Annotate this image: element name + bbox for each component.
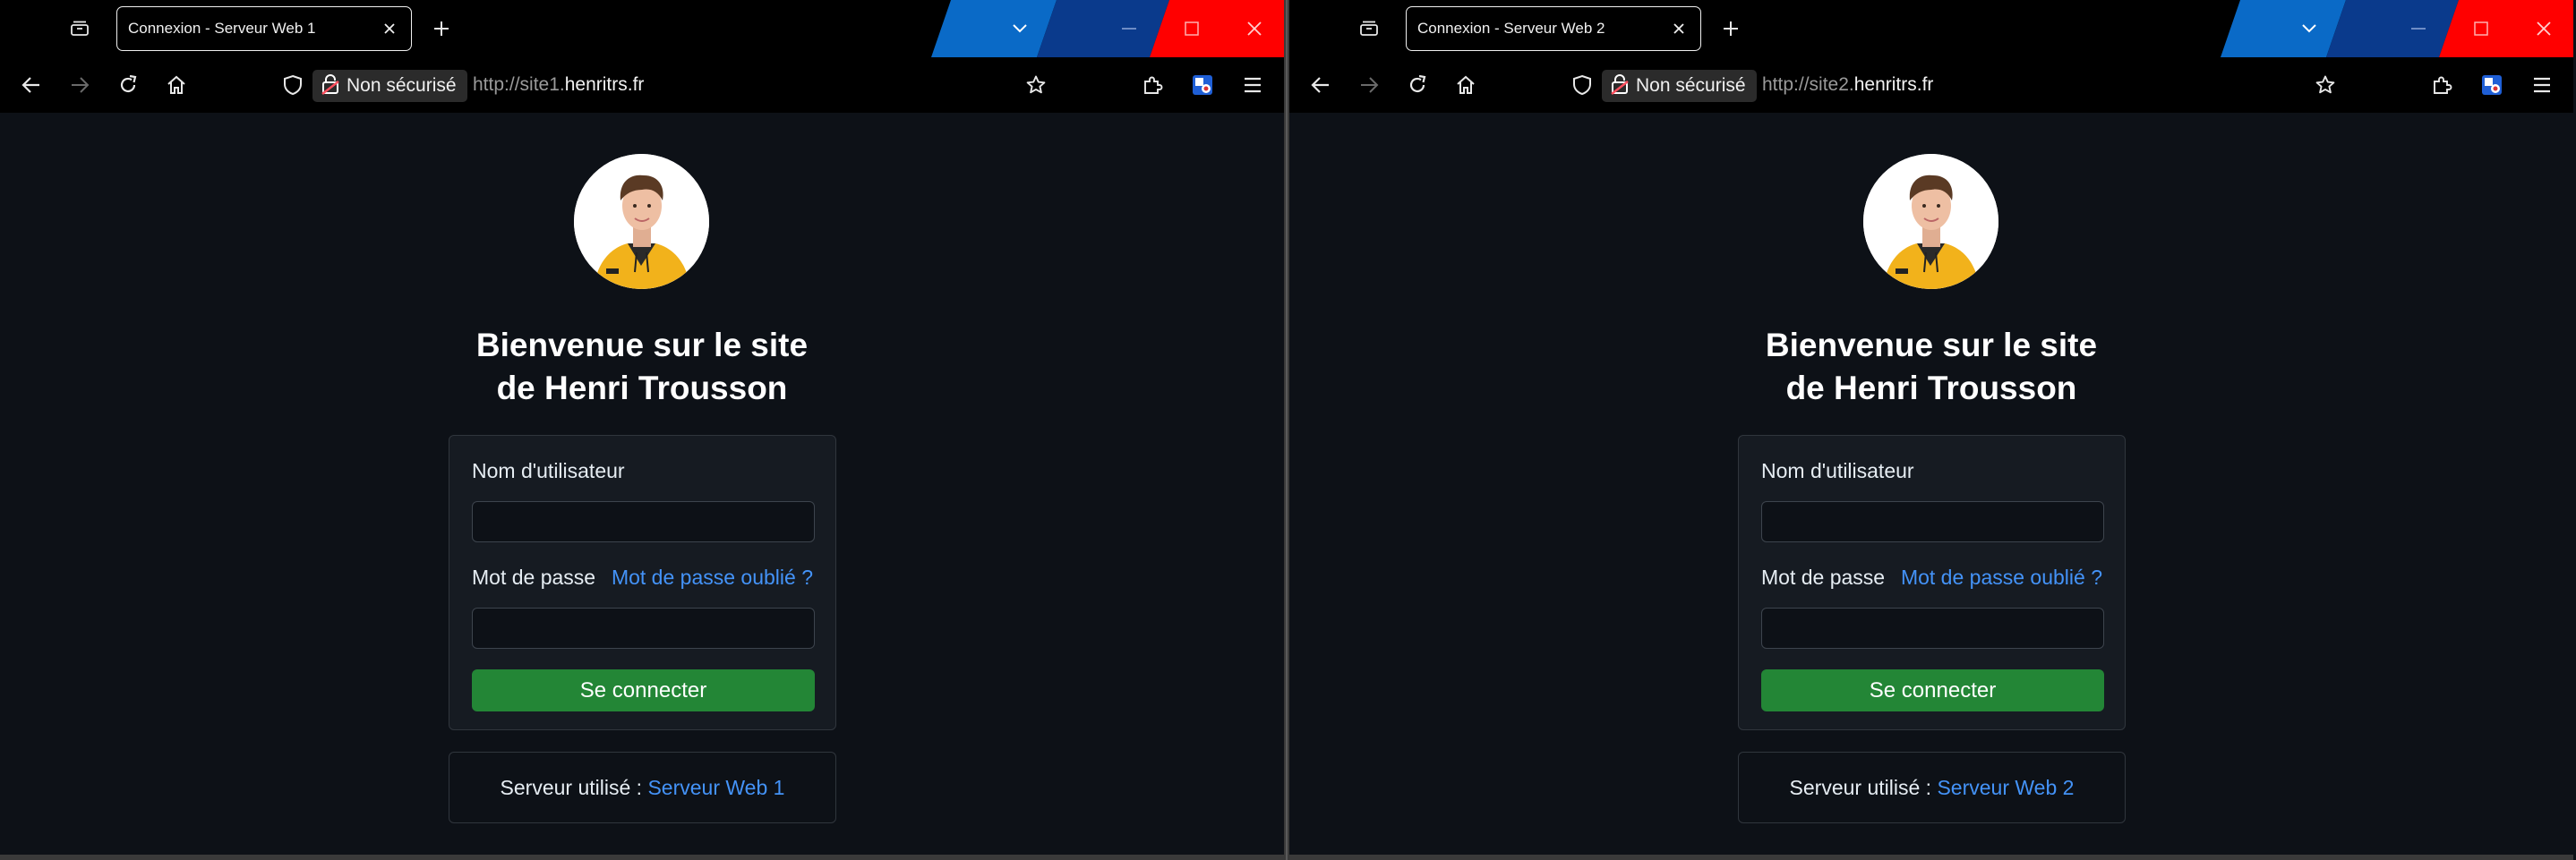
password-label: Mot de passe	[1761, 566, 1886, 589]
page-title-line1: Bienvenue sur le site	[1765, 327, 2098, 363]
avatar	[1863, 154, 1998, 289]
server-info: Serveur utilisé : Serveur Web 1	[449, 752, 836, 823]
arrow-left-icon[interactable]	[1305, 70, 1336, 100]
puzzle-icon[interactable]	[2426, 70, 2457, 100]
browser-window-2: Connexion - Serveur Web 2 Non sécurisé h…	[1289, 0, 2573, 860]
tab-title: Connexion - Serveur Web 2	[1417, 20, 1605, 37]
hamburger-menu-icon[interactable]	[1237, 70, 1268, 100]
shield-icon[interactable]	[278, 70, 308, 100]
forgot-password-link[interactable]: Mot de passe oublié ?	[1901, 566, 2102, 590]
minimize-icon[interactable]	[1103, 0, 1155, 57]
plus-icon[interactable]	[1716, 14, 1746, 43]
close-tab-icon[interactable]	[1668, 18, 1690, 39]
maximize-icon[interactable]	[2455, 0, 2507, 57]
broken-lock-icon	[1611, 73, 1629, 99]
arrow-left-icon[interactable]	[16, 70, 47, 100]
maximize-icon[interactable]	[1166, 0, 1218, 57]
hamburger-menu-icon[interactable]	[2527, 70, 2557, 100]
tab-list-icon[interactable]	[64, 14, 95, 41]
profile-extension-icon[interactable]	[1187, 70, 1218, 100]
server-label: Serveur utilisé :	[1789, 775, 1938, 799]
navigation-bar: Non sécurisé http://site1.henritrs.fr	[0, 57, 1284, 113]
server-name-link[interactable]: Serveur Web 1	[647, 776, 784, 800]
close-icon[interactable]	[2518, 0, 2570, 57]
arrow-right-icon	[1354, 70, 1384, 100]
close-tab-icon[interactable]	[379, 18, 400, 39]
tab-list-icon[interactable]	[1354, 14, 1384, 41]
shield-icon[interactable]	[1567, 70, 1597, 100]
star-icon[interactable]	[1021, 70, 1051, 100]
login-form: Nom d'utilisateur Mot de passe Mot de pa…	[1738, 435, 2126, 730]
profile-extension-icon[interactable]	[2477, 70, 2507, 100]
server-info: Serveur utilisé : Serveur Web 2	[1738, 752, 2126, 823]
bottom-border	[0, 855, 1284, 860]
tab-strip: Connexion - Serveur Web 2	[1289, 0, 2573, 57]
url-domain: henritrs.fr	[1853, 74, 1934, 95]
avatar	[574, 154, 709, 289]
username-input[interactable]	[1761, 501, 2104, 542]
page-title: Bienvenue sur le site de Henri Trousson	[1663, 324, 2200, 410]
address-bar[interactable]: http://site2.henritrs.fr	[1762, 74, 1933, 96]
broken-lock-icon	[321, 73, 339, 99]
password-input[interactable]	[472, 608, 815, 649]
tab-strip: Connexion - Serveur Web 1	[0, 0, 1284, 57]
security-label: Non sécurisé	[1636, 75, 1746, 96]
chevron-down-icon[interactable]	[2283, 0, 2335, 57]
tab-title: Connexion - Serveur Web 1	[128, 20, 316, 37]
server-name-link[interactable]: Serveur Web 2	[1937, 776, 2074, 800]
login-page: Bienvenue sur le site de Henri Trousson …	[1289, 113, 2573, 860]
page-title: Bienvenue sur le site de Henri Trousson	[373, 324, 911, 410]
url-domain: henritrs.fr	[564, 74, 645, 95]
forgot-password-link[interactable]: Mot de passe oublié ?	[612, 566, 813, 590]
star-icon[interactable]	[2310, 70, 2341, 100]
home-icon[interactable]	[1451, 70, 1481, 100]
puzzle-icon[interactable]	[1137, 70, 1168, 100]
plus-icon[interactable]	[426, 14, 457, 43]
password-label: Mot de passe	[472, 566, 596, 589]
username-label: Nom d'utilisateur	[472, 459, 625, 482]
bottom-border	[1289, 855, 2573, 860]
navigation-bar: Non sécurisé http://site2.henritrs.fr	[1289, 57, 2573, 113]
page-title-line1: Bienvenue sur le site	[475, 327, 809, 363]
login-button[interactable]: Se connecter	[472, 669, 815, 711]
server-label: Serveur utilisé :	[500, 775, 648, 799]
home-icon[interactable]	[161, 70, 192, 100]
login-page: Bienvenue sur le site de Henri Trousson …	[0, 113, 1284, 860]
security-indicator[interactable]: Non sécurisé	[312, 70, 467, 102]
username-label: Nom d'utilisateur	[1761, 459, 1914, 482]
security-label: Non sécurisé	[347, 75, 457, 96]
page-title-line2: de Henri Trousson	[1785, 370, 2077, 406]
address-bar[interactable]: http://site1.henritrs.fr	[473, 74, 644, 96]
reload-icon[interactable]	[1402, 70, 1433, 100]
page-title-line2: de Henri Trousson	[496, 370, 788, 406]
reload-icon[interactable]	[113, 70, 143, 100]
chevron-down-icon[interactable]	[994, 0, 1046, 57]
login-form: Nom d'utilisateur Mot de passe Mot de pa…	[449, 435, 836, 730]
tab-active[interactable]: Connexion - Serveur Web 2	[1406, 6, 1701, 51]
browser-window-1: Connexion - Serveur Web 1 Non sécurisé h…	[0, 0, 1284, 860]
tab-active[interactable]: Connexion - Serveur Web 1	[116, 6, 412, 51]
username-input[interactable]	[472, 501, 815, 542]
security-indicator[interactable]: Non sécurisé	[1602, 70, 1757, 102]
close-icon[interactable]	[1228, 0, 1280, 57]
url-prefix: http://site1.	[473, 74, 565, 95]
login-button[interactable]: Se connecter	[1761, 669, 2104, 711]
arrow-right-icon	[64, 70, 95, 100]
minimize-icon[interactable]	[2392, 0, 2444, 57]
password-input[interactable]	[1761, 608, 2104, 649]
url-prefix: http://site2.	[1762, 74, 1854, 95]
